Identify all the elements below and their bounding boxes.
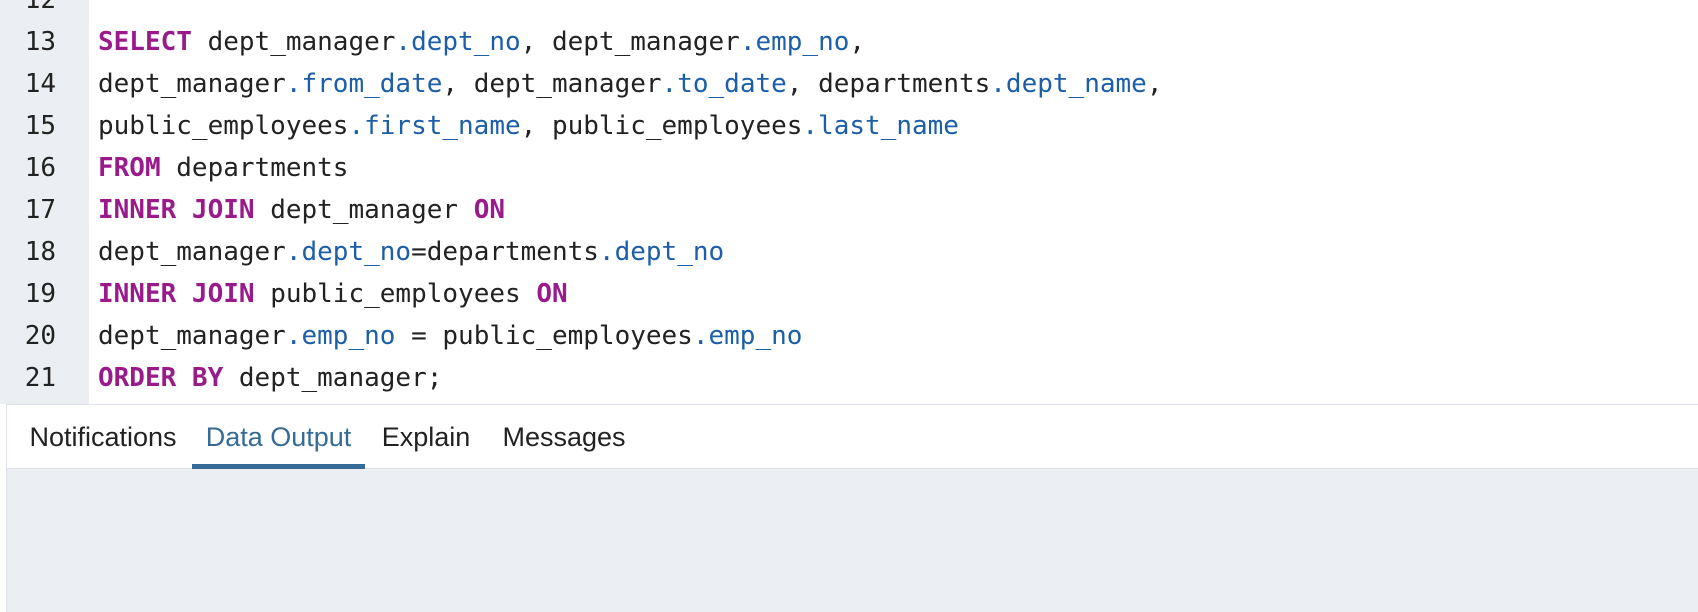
- results-tabbar: Notifications Data Output Explain Messag…: [7, 405, 1698, 469]
- column-reference: .last_name: [802, 111, 959, 141]
- identifier-text: public_employees: [254, 279, 537, 309]
- column-reference: .first_name: [348, 111, 521, 141]
- line-code: ORDER BY dept_manager;: [98, 357, 442, 399]
- sql-keyword: INNER JOIN: [98, 195, 255, 225]
- line-number: 16: [24, 153, 56, 183]
- tab-data-output[interactable]: Data Output: [192, 405, 365, 469]
- column-reference: .emp_no: [739, 27, 850, 57]
- identifier-text: = public_employees: [395, 321, 693, 351]
- tab-messages[interactable]: Messages: [487, 405, 641, 469]
- line-code: SELECT dept_manager.dept_no, dept_manage…: [98, 21, 865, 63]
- identifier-text: , departments: [786, 69, 991, 99]
- tab-explain[interactable]: Explain: [365, 405, 487, 469]
- line-number: 14: [24, 69, 56, 99]
- column-reference: .emp_no: [285, 321, 396, 351]
- code-line[interactable]: 16 FROM departments: [0, 147, 1698, 189]
- sql-keyword: INNER JOIN: [98, 279, 255, 309]
- line-number: 18: [24, 237, 56, 267]
- identifier-text: , public_employees: [520, 111, 803, 141]
- code-line[interactable]: 17 INNER JOIN dept_manager ON: [0, 189, 1698, 231]
- line-number: 13: [24, 27, 56, 57]
- line-code: FROM departments: [98, 147, 348, 189]
- column-reference: .from_date: [285, 69, 443, 99]
- code-line[interactable]: 14 dept_manager.from_date, dept_manager.t…: [0, 63, 1698, 105]
- code-line[interactable]: 13 SELECT dept_manager.dept_no, dept_mana…: [0, 21, 1698, 63]
- line-code: public_employees.first_name, public_empl…: [98, 105, 959, 147]
- sql-keyword: ON: [473, 195, 506, 225]
- tab-notifications-label: Notifications: [29, 422, 177, 452]
- line-number: 17: [24, 195, 56, 225]
- column-reference: .dept_name: [990, 69, 1147, 99]
- query-tool: 12 13 SELECT dept_manager.dept_no, dept_ma…: [0, 0, 1698, 612]
- results-panel: Notifications Data Output Explain Messag…: [6, 404, 1698, 612]
- line-number: 19: [24, 279, 56, 309]
- column-reference: .emp_no: [692, 321, 803, 351]
- column-reference: .to_date: [661, 69, 787, 99]
- line-code: dept_manager.dept_no=departments.dept_no: [98, 231, 724, 273]
- line-number: 15: [24, 111, 56, 141]
- code-line[interactable]: 12: [0, 0, 1698, 21]
- data-output-area: [7, 469, 1698, 612]
- line-code: INNER JOIN public_employees ON: [98, 273, 568, 315]
- identifier-text: , dept_manager: [520, 27, 740, 57]
- identifier-text: =departments: [411, 237, 599, 267]
- line-code: dept_manager.emp_no = public_employees.e…: [98, 315, 802, 357]
- identifier-text: dept_manager;: [223, 363, 443, 393]
- sql-keyword: FROM: [98, 153, 161, 183]
- tab-messages-label: Messages: [502, 422, 626, 452]
- tab-notifications[interactable]: Notifications: [7, 405, 199, 469]
- sql-keyword: ORDER BY: [98, 363, 224, 393]
- code-line[interactable]: 15 public_employees.first_name, public_em…: [0, 105, 1698, 147]
- line-code: INNER JOIN dept_manager ON: [98, 189, 505, 231]
- code-line[interactable]: 21 ORDER BY dept_manager;: [0, 357, 1698, 399]
- column-reference: .dept_no: [285, 237, 412, 267]
- identifier-text: departments: [160, 153, 349, 183]
- code-line[interactable]: 18 dept_manager.dept_no=departments.dept_…: [0, 231, 1698, 273]
- line-number: 20: [24, 321, 56, 351]
- identifier-text: , dept_manager: [442, 69, 662, 99]
- code-line[interactable]: 19 INNER JOIN public_employees ON: [0, 273, 1698, 315]
- column-reference: .dept_no: [598, 237, 725, 267]
- line-number: 21: [24, 363, 56, 393]
- identifier-text: dept_manager: [98, 237, 286, 267]
- line-number: 12: [24, 0, 56, 15]
- identifier-text: dept_manager: [98, 321, 286, 351]
- sql-keyword: SELECT: [98, 27, 192, 57]
- line-code: dept_manager.from_date, dept_manager.to_…: [98, 63, 1162, 105]
- identifier-text: ,: [849, 27, 866, 57]
- identifier-text: dept_manager: [254, 195, 474, 225]
- identifier-text: public_employees: [98, 111, 349, 141]
- tab-explain-label: Explain: [381, 422, 471, 452]
- column-reference: .dept_no: [395, 27, 521, 57]
- code-line[interactable]: 20 dept_manager.emp_no = public_employees…: [0, 315, 1698, 357]
- tab-data-output-label: Data Output: [205, 422, 352, 452]
- identifier-text: ,: [1146, 69, 1163, 99]
- sql-keyword: ON: [536, 279, 568, 309]
- sql-editor[interactable]: 12 13 SELECT dept_manager.dept_no, dept_ma…: [0, 0, 1698, 404]
- identifier-text: dept_manager: [191, 27, 396, 57]
- identifier-text: dept_manager: [98, 69, 286, 99]
